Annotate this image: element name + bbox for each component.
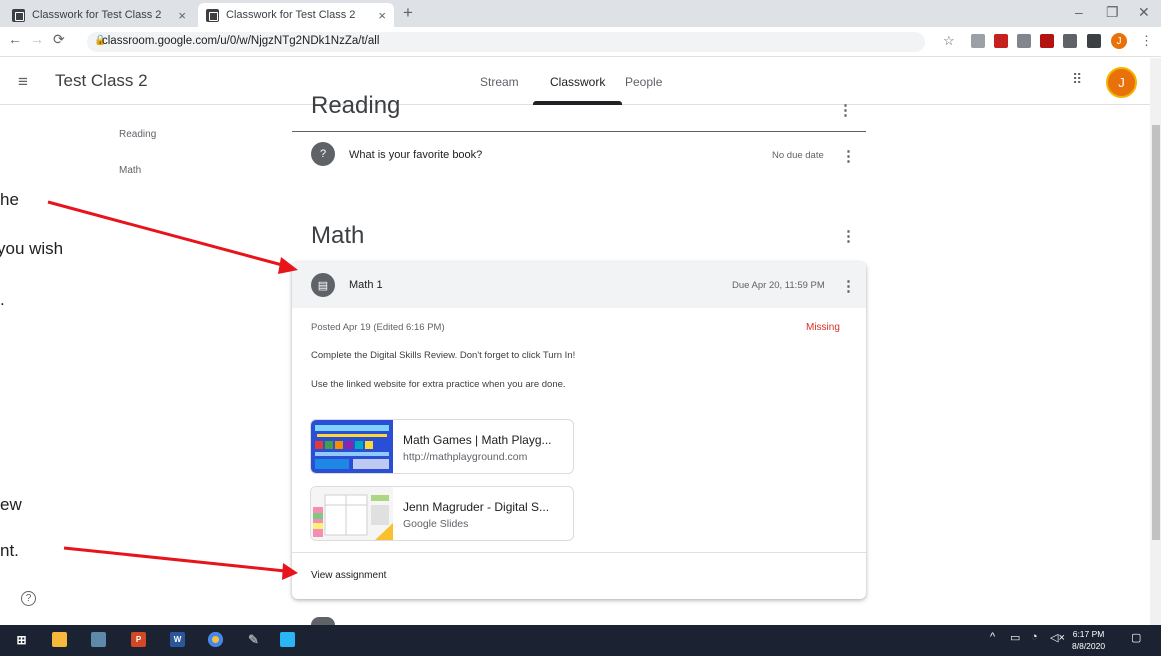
- wifi-icon[interactable]: ◔: [1031, 631, 1038, 643]
- annotation-arrows: [47, 200, 298, 580]
- arrowhead-icon: [282, 563, 298, 580]
- powerpoint-icon[interactable]: P: [131, 632, 146, 647]
- photos-icon[interactable]: [280, 632, 295, 647]
- file-explorer-icon[interactable]: [52, 632, 67, 647]
- taskbar-clock[interactable]: 6:17 PM 8/8/2020: [1072, 628, 1105, 652]
- clock-date: 8/8/2020: [1072, 641, 1106, 651]
- battery-icon[interactable]: ▭: [1010, 631, 1020, 644]
- chrome-icon[interactable]: [208, 632, 223, 647]
- paint-icon[interactable]: ✎: [246, 632, 261, 647]
- word-icon[interactable]: W: [170, 632, 185, 647]
- calculator-icon[interactable]: [91, 632, 106, 647]
- notifications-icon[interactable]: ▢: [1131, 631, 1141, 644]
- annotation-arrow-top: [47, 200, 287, 268]
- tray-chevron-icon[interactable]: ^: [990, 631, 995, 643]
- windows-start-icon[interactable]: ⊞: [14, 632, 29, 647]
- arrowhead-icon: [278, 257, 298, 274]
- volume-icon[interactable]: ◁×: [1050, 631, 1065, 644]
- annotation-arrow-bottom: [63, 546, 286, 573]
- clock-time: 6:17 PM: [1072, 629, 1105, 639]
